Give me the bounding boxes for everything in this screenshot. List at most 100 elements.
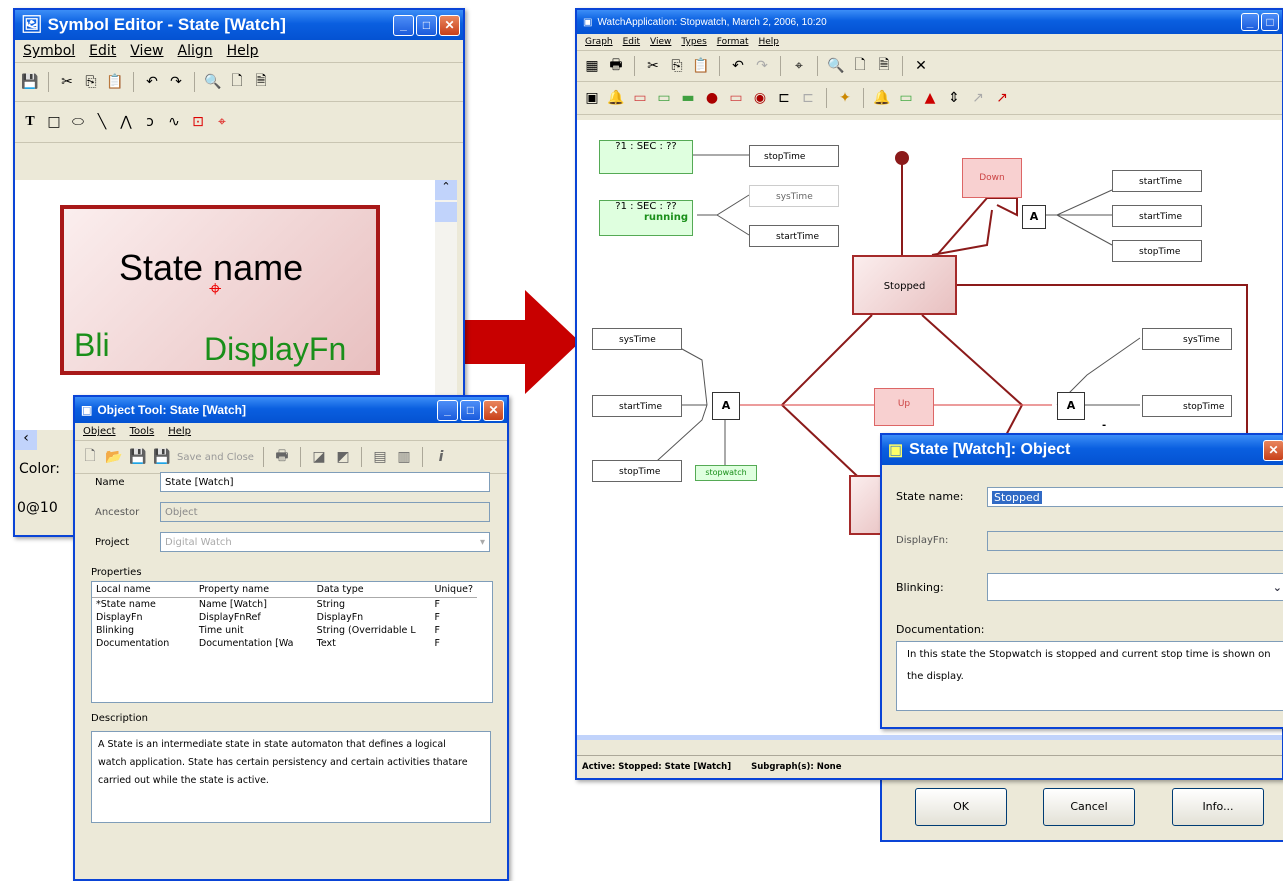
copy-icon[interactable]: ⎘ [668,56,686,76]
redo-icon[interactable]: ↷ [753,56,771,76]
zoom-icon[interactable]: 🔍 [827,56,845,76]
sec-node-2[interactable]: ?1 : SEC : ?? running [599,200,693,236]
stoptime-node-right[interactable]: stopTime [1142,395,1232,417]
documentation-textarea[interactable]: In this state the Stopwatch is stopped a… [896,641,1283,711]
print-icon[interactable]: 🖶 [273,447,291,467]
menu-object[interactable]: Object [83,426,116,437]
menu-view[interactable]: View [650,37,671,47]
menu-tools[interactable]: Tools [130,426,155,437]
origin-tool-icon[interactable]: ✦ [836,88,854,108]
info-button[interactable]: Info... [1172,788,1264,826]
state-name-field[interactable]: Stopped [987,487,1283,507]
blinking-select[interactable]: ⌄ [987,573,1283,601]
vertical-scrollbar[interactable]: ⌃ [435,180,457,430]
undo-icon[interactable]: ↶ [143,72,161,92]
description-textarea[interactable]: A State is an intermediate state in stat… [91,731,491,823]
red-arrow-tool-icon[interactable]: ↗ [993,88,1011,108]
page-icon[interactable]: 🗋 [851,56,869,76]
starttime-node-left[interactable]: startTime [592,395,682,417]
redo-icon[interactable]: ↷ [167,72,185,92]
text-tool-icon[interactable]: T [21,112,39,132]
menu-symbol[interactable]: Symbol [23,43,75,59]
menu-edit[interactable]: Edit [623,37,640,47]
maximize-button[interactable]: □ [1261,13,1279,31]
systime-node-right[interactable]: sysTime [1142,328,1232,350]
close-button[interactable]: ✕ [1263,439,1283,461]
button-tool-icon[interactable]: ▭ [655,88,673,108]
horizontal-scroll-left-icon[interactable]: ‹ [15,430,37,450]
graph-icon[interactable]: ◪ [310,447,328,467]
rectangle-tool-icon[interactable]: □ [45,112,63,132]
starttime-node-r2[interactable]: startTime [1112,205,1202,227]
polyline-tool-icon[interactable]: ⋀ [117,112,135,132]
chevron-down-icon[interactable]: ▾ [480,537,485,548]
arc-tool-icon[interactable]: ↄ [141,112,159,132]
graph2-icon[interactable]: ◩ [334,447,352,467]
arrow-tool-icon[interactable]: ↗ [969,88,987,108]
table-row[interactable]: *State name Name [Watch] String F [92,598,477,612]
warning-tool-icon[interactable]: ▲ [921,88,939,108]
and-node-top[interactable]: A [1022,205,1046,229]
menu-format[interactable]: Format [717,37,749,47]
menu-types[interactable]: Types [681,37,706,47]
horizontal-scrollbar[interactable] [577,735,1282,740]
and-node-right[interactable]: A [1057,392,1085,420]
updown-tool-icon[interactable]: ⇕ [945,88,963,108]
symbol-canvas[interactable]: State name ⌖ Bli DisplayFn [15,180,435,430]
info-tool-icon[interactable]: ▤ [371,447,389,467]
col-data-type[interactable]: Data type [313,582,431,598]
scroll-thumb[interactable] [435,202,457,222]
connector-tool-icon[interactable]: ⊡ [189,112,207,132]
line-tool-icon[interactable]: ╲ [93,112,111,132]
save-icon[interactable]: 💾 [21,72,39,92]
table-row[interactable]: DisplayFn DisplayFnRef DisplayFn F [92,611,477,624]
origin-tool-icon[interactable]: ⌖ [213,112,231,132]
menu-help[interactable]: Help [168,426,191,437]
down-button-node[interactable]: Down [962,158,1022,198]
up-button-node[interactable]: Up [874,388,934,426]
and-node-left[interactable]: A [712,392,740,420]
print-icon[interactable]: 🖶 [607,56,625,76]
comment-tool-icon[interactable]: ▭ [897,88,915,108]
zoom-icon[interactable]: 🔍 [204,72,222,92]
project-select[interactable]: Digital Watch ▾ [160,532,490,552]
cut-icon[interactable]: ✂ [644,56,662,76]
stop-tool-icon[interactable]: ◉ [751,88,769,108]
close-button[interactable]: ✕ [483,399,504,421]
time2-tool-icon[interactable]: ⊏ [799,88,817,108]
paste-icon[interactable]: 📋 [106,72,124,92]
time-tool-icon[interactable]: ⊏ [775,88,793,108]
minimize-button[interactable]: _ [1241,13,1259,31]
col-unique[interactable]: Unique? [430,582,477,598]
chevron-down-icon[interactable]: ⌄ [1273,581,1282,594]
close-button[interactable]: ✕ [439,14,460,36]
systime-node-top[interactable]: sysTime [749,185,839,207]
name-field[interactable]: State [Watch] [160,472,490,492]
stopped-state-node[interactable]: Stopped [852,255,957,315]
state-tool-icon[interactable]: ▭ [727,88,745,108]
maximize-button[interactable]: □ [416,14,437,36]
start-tool-icon[interactable]: ● [703,88,721,108]
menu-graph[interactable]: Graph [585,37,613,47]
curve-tool-icon[interactable]: ∿ [165,112,183,132]
graph-info-icon[interactable]: ▦ [583,56,601,76]
ok-button[interactable]: OK [915,788,1007,826]
starttime-node-r1[interactable]: startTime [1112,170,1202,192]
stopwatch-node[interactable]: stopwatch [695,465,757,481]
open-icon[interactable]: 📂 [105,447,123,467]
page-icon[interactable]: 🗋 [228,72,246,92]
state-symbol[interactable]: State name ⌖ Bli DisplayFn [60,205,380,375]
menu-align[interactable]: Align [178,43,213,59]
starttime-node-top[interactable]: startTime [749,225,839,247]
menu-help[interactable]: Help [227,43,259,59]
menu-view[interactable]: View [130,43,163,59]
minimize-button[interactable]: _ [437,399,458,421]
save-icon[interactable]: 💾 [129,447,147,467]
menu-help[interactable]: Help [759,37,780,47]
display-tool-icon[interactable]: ▭ [631,88,649,108]
about-icon[interactable]: i [432,447,450,467]
minimize-button[interactable]: _ [393,14,414,36]
menu-edit[interactable]: Edit [89,43,116,59]
stoptime-node-left[interactable]: stopTime [592,460,682,482]
table-row[interactable]: Blinking Time unit String (Overridable L F [92,624,477,637]
